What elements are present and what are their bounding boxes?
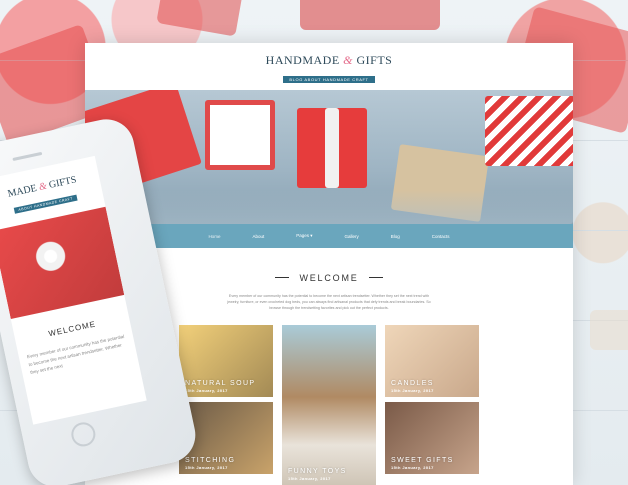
- phone-logo-tagline: ABOUT HANDMADE CRAFT: [13, 194, 78, 214]
- chevron-down-icon: ▾: [310, 233, 313, 238]
- nav-gallery[interactable]: Gallery: [329, 234, 375, 239]
- tile-date: 15th January, 2017: [185, 465, 228, 470]
- nav-about[interactable]: About: [236, 234, 280, 239]
- welcome-title: WELCOME: [299, 272, 359, 283]
- nav-pages[interactable]: Pages ▾: [280, 233, 328, 239]
- welcome-text: Every member of our community has the po…: [227, 294, 431, 310]
- ribbon-bow-icon: [25, 235, 76, 278]
- tile-date: 15th January, 2017: [288, 476, 331, 481]
- tile-title: NATURAL SOUP: [185, 380, 256, 387]
- tile-natural-soup[interactable]: NATURAL SOUP 15th January, 2017: [179, 325, 273, 397]
- logo-title-b: GIFTS: [356, 53, 393, 67]
- phone-logo-b: GIFTS: [47, 174, 78, 191]
- tile-title: SWEET GIFTS: [391, 457, 454, 464]
- tile-date: 15th January, 2017: [185, 388, 228, 393]
- tile-funny-toys[interactable]: FUNNY TOYS 15th January, 2017: [282, 325, 376, 485]
- phone-home-button: [69, 420, 98, 449]
- tile-title: FUNNY TOYS: [288, 468, 347, 475]
- nav-contacts[interactable]: Contacts: [416, 234, 466, 239]
- phone-screen: MADE & GIFTS ABOUT HANDMADE CRAFT WELCOM…: [0, 155, 147, 425]
- divider-right: [368, 277, 383, 278]
- tile-title: CANDLES: [391, 380, 434, 387]
- phone-logo-amp: &: [37, 180, 48, 194]
- phone-logo-a: MADE: [6, 182, 38, 200]
- phone-speaker: [12, 151, 43, 162]
- welcome-heading: WELCOME: [275, 272, 383, 283]
- tile-title: STITCHING: [185, 457, 236, 464]
- logo-ampersand: &: [343, 53, 353, 67]
- tile-sweet-gifts[interactable]: SWEET GIFTS 15th January, 2017: [385, 402, 479, 474]
- divider-left: [275, 277, 290, 278]
- nav-blog[interactable]: Blog: [375, 234, 416, 239]
- logo-tagline: BLOG ABOUT HANDMADE CRAFT: [283, 76, 375, 83]
- tile-date: 15th January, 2017: [391, 465, 434, 470]
- tile-date: 15th January, 2017: [391, 388, 434, 393]
- nav-pages-label: Pages: [296, 233, 309, 238]
- site-logo[interactable]: HANDMADE & GIFTS BLOG ABOUT HANDMADE CRA…: [85, 53, 573, 86]
- logo-title-a: HANDMADE: [265, 53, 340, 67]
- tile-candles[interactable]: CANDLES 15th January, 2017: [385, 325, 479, 397]
- phone-mockup: MADE & GIFTS ABOUT HANDMADE CRAFT WELCOM…: [0, 114, 201, 485]
- nav-home[interactable]: Home: [192, 234, 236, 239]
